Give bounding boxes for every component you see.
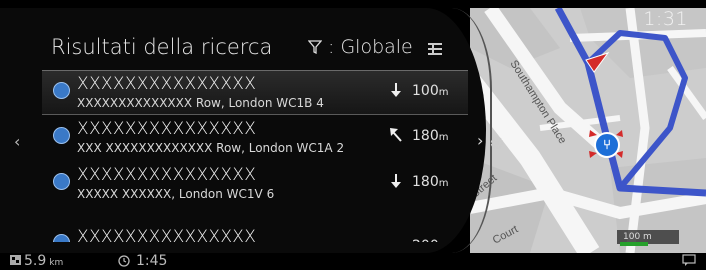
result-address: XXX XXXXXXXXXXXXX Row, London WC1A 2 (77, 141, 345, 155)
map-scale-bar (620, 242, 648, 246)
result-row[interactable]: XXXXXXXXXXXXXXX 200 (42, 212, 468, 242)
filter-label: : Globale (328, 36, 413, 58)
remaining-time: 1:45 (118, 253, 167, 269)
arrow-up-left-icon (390, 128, 402, 142)
arrow-down-icon (391, 83, 401, 97)
restaurant-poi-icon[interactable]: ⑂ (594, 132, 620, 158)
map-canvas: Southampton Place Street Court (470, 8, 706, 253)
next-page-button[interactable]: › (477, 131, 483, 150)
filter-button[interactable]: : Globale (308, 36, 413, 58)
result-name: XXXXXXXXXXXXXXX (77, 165, 257, 185)
filter-icon (308, 40, 322, 54)
shopping-cart-icon (53, 127, 70, 144)
result-row[interactable]: XXXXXXXXXXXXXXX XXXXXXXXXXXXXX Row, Lond… (42, 70, 468, 115)
map-view[interactable]: Southampton Place Street Court ⑂ 100 m (470, 8, 706, 253)
message-icon[interactable] (682, 254, 696, 267)
clock: 1:31 (643, 8, 688, 30)
result-name: XXXXXXXXXXXXXXX (77, 74, 257, 94)
clock-icon (118, 255, 130, 267)
result-distance: 100m (412, 83, 449, 99)
navigation-screen: Southampton Place Street Court ⑂ 100 m 1… (0, 0, 706, 270)
status-bar: 5.9 km 1:45 (0, 253, 706, 270)
result-row[interactable]: XXXXXXXXXXXXXXX XXX XXXXXXXXXXXXX Row, L… (42, 116, 468, 161)
arrow-down-icon (391, 174, 401, 188)
page-title: Risultati della ricerca (51, 35, 273, 59)
bank-icon (53, 173, 70, 190)
result-distance: 180m (412, 128, 449, 144)
prev-page-button[interactable]: ‹ (14, 132, 20, 151)
result-name: XXXXXXXXXXXXXXX (77, 227, 257, 242)
result-row[interactable]: XXXXXXXXXXXXXXX XXXXX XXXXXX, London WC1… (42, 162, 468, 207)
gear-icon[interactable] (489, 135, 505, 151)
list-sort-icon[interactable] (428, 43, 442, 55)
poi-icon (53, 234, 70, 242)
result-distance: 180m (412, 174, 449, 190)
result-address: XXXXXXXXXXXXXX Row, London WC1B 4 (77, 96, 324, 110)
flag-icon (10, 255, 21, 265)
restaurant-icon (53, 82, 70, 99)
result-name: XXXXXXXXXXXXXXX (77, 119, 257, 139)
result-distance: 200 (412, 238, 439, 242)
remaining-distance: 5.9 km (10, 253, 63, 269)
result-address: XXXXX XXXXXX, London WC1V 6 (77, 187, 275, 201)
